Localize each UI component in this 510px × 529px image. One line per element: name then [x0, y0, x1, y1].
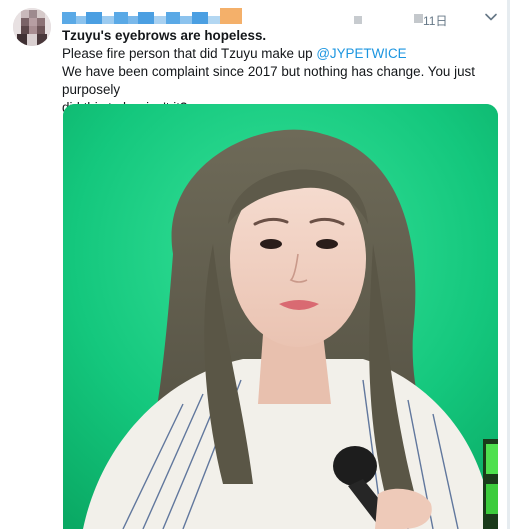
chevron-down-icon[interactable]	[484, 10, 498, 24]
tweet-line-2: We have been complaint since 2017 but no…	[62, 64, 475, 97]
avatar[interactable]	[13, 8, 51, 46]
photo-illustration	[63, 104, 498, 529]
tweet-line-1-text: Please fire person that did Tzuyu make u…	[62, 46, 317, 61]
tweet-line-1: Please fire person that did Tzuyu make u…	[62, 45, 502, 63]
tweet-headline: Tzuyu's eyebrows are hopeless.	[62, 28, 267, 43]
redacted-date-icon	[414, 14, 423, 23]
tweet-photo[interactable]	[63, 104, 498, 529]
redacted-handle-icon	[354, 16, 362, 24]
pixelated-avatar-icon	[13, 8, 51, 46]
tweet-header: 11日	[62, 6, 462, 28]
redacted-name-icon[interactable]	[62, 8, 242, 24]
tweet-card: 11日 Tzuyu's eyebrows are hopeless. Pleas…	[0, 0, 510, 529]
mention-link[interactable]: @JYPETWICE	[316, 46, 406, 61]
